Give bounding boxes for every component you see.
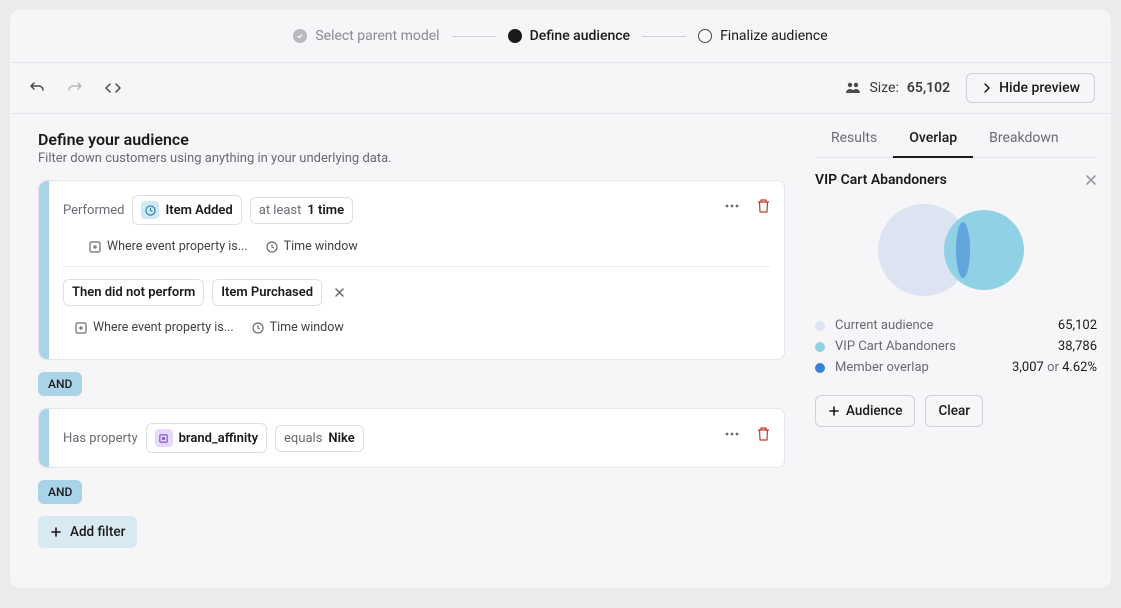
legend-value: 3,007 or 4.62% bbox=[1012, 360, 1097, 375]
property-chip[interactable]: brand_affinity bbox=[146, 423, 267, 453]
event-name: Item Added bbox=[165, 203, 232, 218]
step-finalize-audience[interactable]: Finalize audience bbox=[698, 28, 828, 44]
time-window-label: Time window bbox=[284, 239, 358, 254]
legend-name: Member overlap bbox=[835, 360, 1002, 375]
remove-condition-button[interactable] bbox=[330, 287, 349, 298]
time-window-button[interactable]: Time window bbox=[252, 320, 344, 335]
filter-separator bbox=[63, 266, 770, 267]
people-icon bbox=[845, 80, 861, 96]
more-options-button[interactable] bbox=[725, 432, 739, 436]
frequency-prefix: at least bbox=[259, 203, 302, 218]
where-event-property-label: Where event property is... bbox=[107, 239, 248, 254]
size-value: 65,102 bbox=[907, 80, 950, 96]
filter-block-property: Has property brand_affinity equals Nike bbox=[38, 408, 785, 468]
add-event-property-button[interactable]: Where event property is... bbox=[75, 320, 234, 335]
legend-value: 65,102 bbox=[1058, 318, 1097, 333]
venn-overlap bbox=[956, 222, 970, 278]
then-label: Then did not perform bbox=[72, 285, 195, 300]
event-chip-item-purchased[interactable]: Item Purchased bbox=[212, 279, 322, 306]
add-audience-button[interactable]: Audience bbox=[815, 395, 915, 427]
size-label: Size: bbox=[869, 80, 898, 96]
step-label: Define audience bbox=[530, 28, 630, 44]
filter-block-performed: Performed Item Added at least 1 time bbox=[38, 180, 785, 360]
add-event-property-button[interactable]: Where event property is... bbox=[89, 239, 248, 254]
venn-diagram bbox=[864, 200, 1034, 300]
audience-size-display: Size: 65,102 bbox=[845, 80, 950, 96]
current-step-icon bbox=[508, 29, 522, 43]
add-filter-label: Add filter bbox=[70, 524, 125, 540]
more-options-button[interactable] bbox=[725, 204, 739, 208]
property-value: Nike bbox=[328, 431, 354, 446]
frequency-chip[interactable]: at least 1 time bbox=[250, 197, 353, 224]
legend-row-current: Current audience 65,102 bbox=[815, 318, 1097, 333]
legend-dot bbox=[815, 363, 825, 373]
has-property-label: Has property bbox=[63, 431, 138, 446]
toolbar: Size: 65,102 Hide preview bbox=[10, 63, 1111, 114]
step-label: Finalize audience bbox=[720, 28, 828, 44]
legend-name: Current audience bbox=[835, 318, 1048, 333]
plus-square-icon bbox=[89, 241, 101, 253]
time-window-label: Time window bbox=[270, 320, 344, 335]
clear-button-label: Clear bbox=[938, 403, 970, 419]
tab-results[interactable]: Results bbox=[815, 120, 893, 157]
legend-row-compare: VIP Cart Abandoners 38,786 bbox=[815, 339, 1097, 354]
where-event-property-label: Where event property is... bbox=[93, 320, 234, 335]
step-select-parent-model[interactable]: Select parent model bbox=[293, 28, 439, 44]
operator-value-chip[interactable]: equals Nike bbox=[275, 425, 364, 452]
step-divider bbox=[452, 36, 496, 37]
clear-button[interactable]: Clear bbox=[925, 395, 983, 427]
audience-button-label: Audience bbox=[846, 403, 902, 419]
overlap-panel-title: VIP Cart Abandoners bbox=[815, 172, 947, 188]
property-name: brand_affinity bbox=[179, 431, 258, 446]
tab-breakdown[interactable]: Breakdown bbox=[973, 120, 1074, 157]
step-divider bbox=[642, 36, 686, 37]
plus-square-icon bbox=[75, 322, 87, 334]
tab-overlap[interactable]: Overlap bbox=[893, 120, 973, 158]
add-filter-button[interactable]: Add filter bbox=[38, 516, 137, 548]
step-define-audience[interactable]: Define audience bbox=[508, 28, 630, 44]
event-name: Item Purchased bbox=[221, 285, 313, 300]
preview-tabs: Results Overlap Breakdown bbox=[815, 120, 1097, 158]
clock-icon bbox=[141, 201, 159, 219]
plus-icon bbox=[50, 526, 62, 538]
code-view-button[interactable] bbox=[102, 77, 124, 99]
property-icon bbox=[155, 429, 173, 447]
filter-block-stripe bbox=[39, 409, 49, 467]
event-chip-item-added[interactable]: Item Added bbox=[132, 195, 241, 225]
hide-preview-label: Hide preview bbox=[999, 80, 1080, 96]
chevron-right-icon bbox=[981, 82, 993, 94]
hide-preview-button[interactable]: Hide preview bbox=[966, 73, 1095, 103]
delete-filter-button[interactable] bbox=[757, 199, 770, 213]
performed-label: Performed bbox=[63, 203, 124, 218]
redo-button bbox=[64, 77, 86, 99]
close-panel-button[interactable] bbox=[1085, 174, 1097, 186]
legend-dot bbox=[815, 321, 825, 331]
wizard-stepper: Select parent model Define audience Fina… bbox=[10, 10, 1111, 63]
clock-outline-icon bbox=[252, 322, 264, 334]
filter-block-stripe bbox=[39, 181, 49, 359]
legend-row-overlap: Member overlap 3,007 or 4.62% bbox=[815, 360, 1097, 375]
legend-value: 38,786 bbox=[1058, 339, 1097, 354]
plus-icon bbox=[828, 405, 840, 417]
delete-filter-button[interactable] bbox=[757, 427, 770, 441]
frequency-value: 1 time bbox=[307, 203, 344, 218]
undo-button[interactable] bbox=[26, 77, 48, 99]
step-label: Select parent model bbox=[315, 28, 439, 44]
future-step-icon bbox=[698, 29, 712, 43]
check-circle-icon bbox=[293, 29, 307, 43]
clock-outline-icon bbox=[266, 241, 278, 253]
then-did-not-perform-chip[interactable]: Then did not perform bbox=[63, 279, 204, 306]
and-operator[interactable]: AND bbox=[38, 480, 82, 504]
legend-name: VIP Cart Abandoners bbox=[835, 339, 1048, 354]
time-window-button[interactable]: Time window bbox=[266, 239, 358, 254]
operator-label: equals bbox=[284, 431, 322, 446]
legend-dot bbox=[815, 342, 825, 352]
and-operator[interactable]: AND bbox=[38, 372, 82, 396]
page-subtitle: Filter down customers using anything in … bbox=[38, 151, 785, 166]
page-title: Define your audience bbox=[38, 130, 785, 149]
